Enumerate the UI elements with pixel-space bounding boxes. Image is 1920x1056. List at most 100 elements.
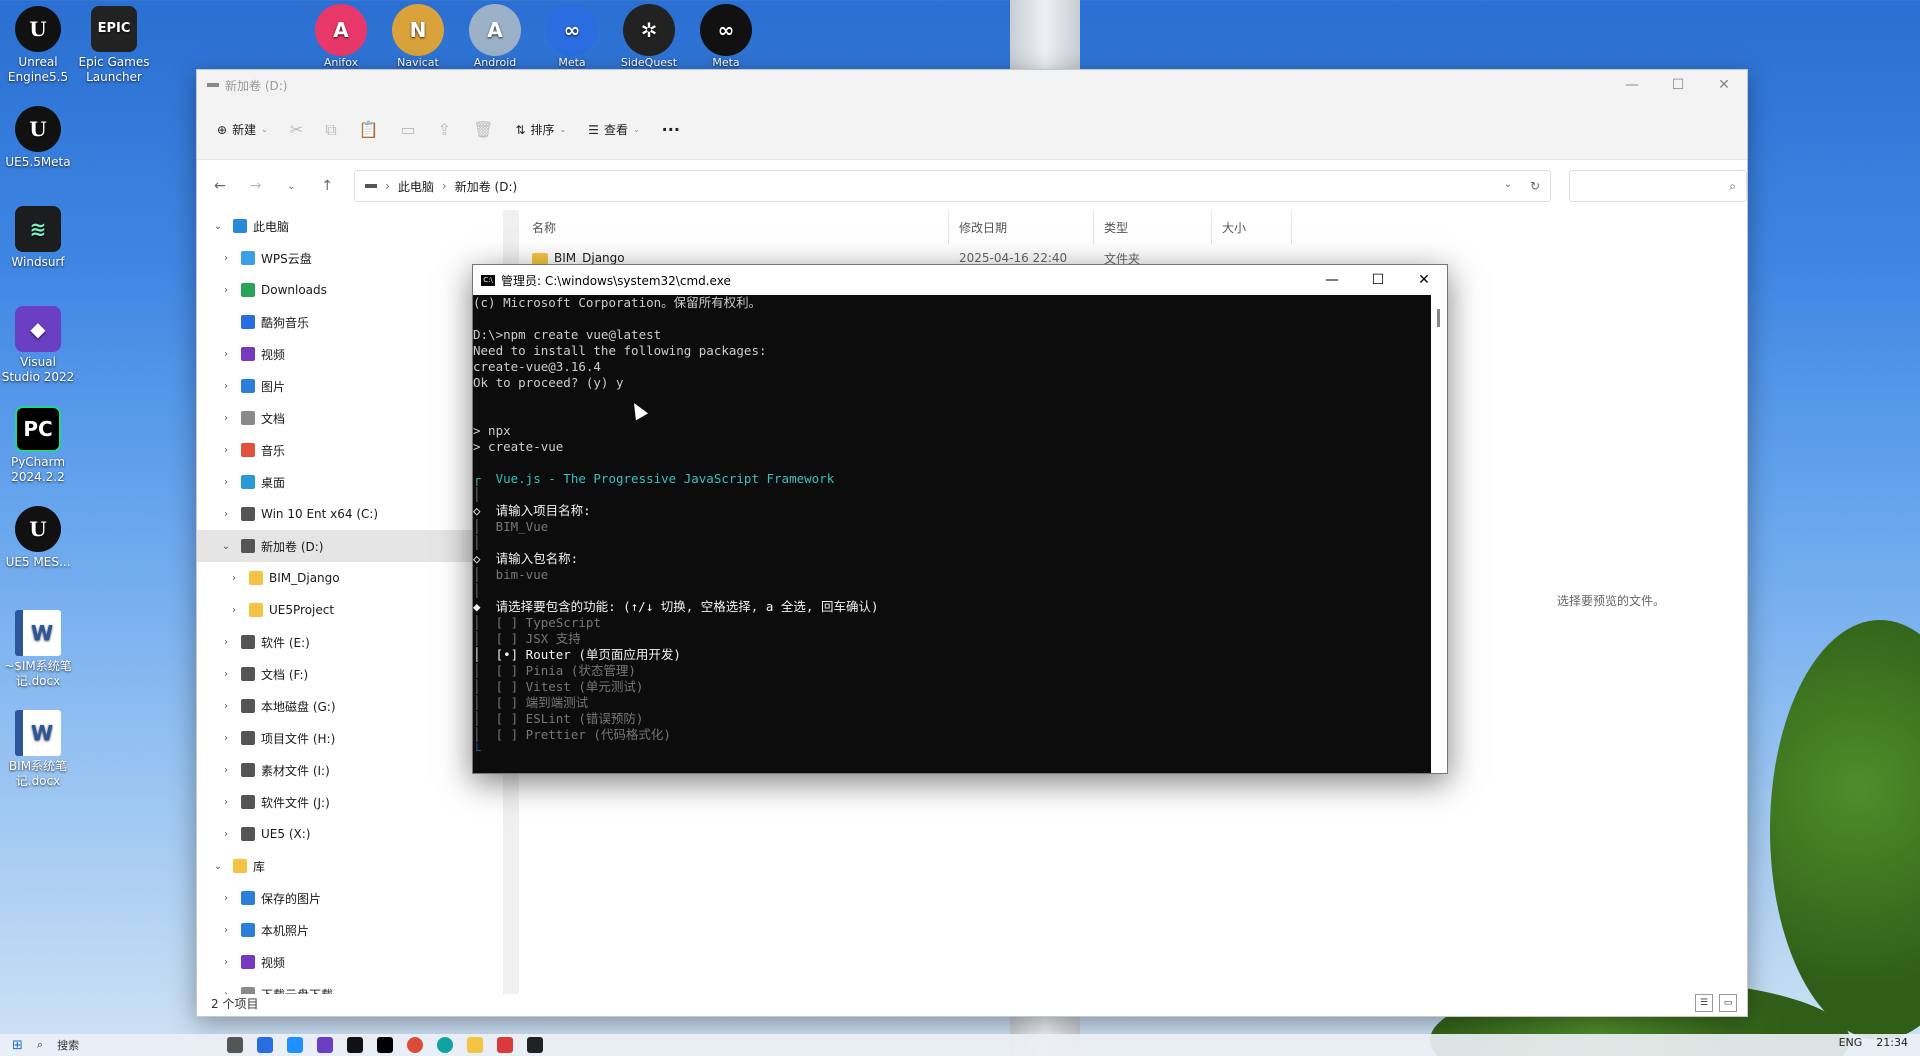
sidebar-item[interactable]: › 桌面	[197, 466, 505, 498]
back-arrow-icon[interactable]: ←	[211, 178, 229, 194]
desktop-icon[interactable]: U UE5.5Meta	[0, 100, 76, 170]
chevron-right-icon[interactable]: ›	[219, 349, 233, 360]
view-button[interactable]: ☰ 查看 ⌄	[588, 121, 639, 138]
sidebar-item[interactable]: › UE5Project	[197, 594, 505, 626]
cmd-titlebar[interactable]: C:\ 管理员: C:\windows\system32\cmd.exe — ☐…	[473, 265, 1447, 295]
chevron-right-icon[interactable]: ›	[219, 285, 233, 296]
rename-icon[interactable]: ▭	[401, 120, 416, 139]
column-header-size[interactable]: 大小	[1212, 210, 1292, 244]
column-header-type[interactable]: 类型	[1094, 210, 1212, 244]
desktop-icon[interactable]: ≋ Windsurf	[0, 200, 76, 270]
close-button[interactable]: ✕	[1701, 70, 1747, 100]
maximize-button[interactable]: ☐	[1655, 70, 1701, 100]
desktop-icon[interactable]: EPIC Epic Games Launcher	[76, 0, 152, 85]
sidebar-item[interactable]: › 项目文件 (H:)	[197, 722, 505, 754]
pycharm-icon[interactable]	[377, 1037, 394, 1053]
desktop-icon[interactable]: N Navicat	[387, 4, 449, 69]
desktop-icon[interactable]: U Unreal Engine5.5	[0, 0, 76, 85]
sidebar-item[interactable]: ⌄ 库	[197, 850, 505, 882]
chevron-right-icon[interactable]: ›	[227, 605, 241, 616]
tiles-view-icon[interactable]: ▭	[1719, 994, 1737, 1012]
chevron-right-icon[interactable]: ›	[219, 893, 233, 904]
forward-arrow-icon[interactable]: →	[247, 178, 265, 194]
desktop-icon[interactable]: A Android	[464, 4, 526, 69]
chevron-right-icon[interactable]: ›	[219, 413, 233, 424]
clock[interactable]: 21:34	[1876, 1036, 1908, 1049]
maximize-button[interactable]: ☐	[1355, 265, 1401, 295]
sidebar-item[interactable]: › 音乐	[197, 434, 505, 466]
sidebar-item[interactable]: › 软件文件 (J:)	[197, 786, 505, 818]
sidebar-item[interactable]: › 本地磁盘 (G:)	[197, 690, 505, 722]
chevron-right-icon[interactable]: ›	[219, 445, 233, 456]
chevron-right-icon[interactable]: ›	[227, 573, 241, 584]
chevron-right-icon[interactable]: ›	[219, 957, 233, 968]
chevron-right-icon[interactable]: ›	[219, 669, 233, 680]
pycharm-icon[interactable]	[347, 1037, 364, 1053]
chevron-right-icon[interactable]: ›	[219, 253, 233, 264]
sidebar-item[interactable]: › 素材文件 (I:)	[197, 754, 505, 786]
chevron-right-icon[interactable]: ›	[219, 701, 233, 712]
sidebar-item[interactable]: › 视频	[197, 946, 505, 978]
sidebar-item[interactable]: 酷狗音乐	[197, 306, 505, 338]
vscode-icon[interactable]	[287, 1037, 304, 1053]
desktop-icon[interactable]: W BIM系统笔记.docx	[0, 704, 76, 789]
explorer-titlebar[interactable]: 新加卷 (D:) — ☐ ✕	[197, 70, 1747, 100]
sidebar-item[interactable]: › 文档	[197, 402, 505, 434]
sidebar-item[interactable]: › 本机照片	[197, 914, 505, 946]
chevron-right-icon[interactable]: ›	[219, 637, 233, 648]
refresh-icon[interactable]: ↻	[1530, 179, 1540, 193]
chevron-down-icon[interactable]: ⌄	[219, 541, 233, 552]
chevron-right-icon[interactable]: ›	[219, 797, 233, 808]
sidebar-item[interactable]: › 软件 (E:)	[197, 626, 505, 658]
chevron-down-icon[interactable]: ⌄	[211, 221, 225, 232]
taskbar-search[interactable]: 搜索	[57, 1037, 79, 1053]
chevron-right-icon[interactable]: ›	[219, 829, 233, 840]
column-header-name[interactable]: 名称	[522, 210, 949, 244]
sidebar-item[interactable]: › Downloads	[197, 274, 505, 306]
address-bar[interactable]: › 此电脑 › 新加卷 (D:) ⌄ ↻	[354, 170, 1552, 202]
sidebar-item[interactable]: › 视频	[197, 338, 505, 370]
paste-icon[interactable]: 📋	[359, 120, 379, 139]
chevron-right-icon[interactable]: ›	[219, 509, 233, 520]
sort-button[interactable]: ⇅ 排序 ⌄	[515, 121, 566, 138]
sidebar-item[interactable]: ⌄ 此电脑	[197, 210, 505, 242]
breadcrumb-item-this-pc[interactable]: 此电脑	[398, 178, 434, 195]
scrollbar-thumb[interactable]	[1437, 309, 1440, 327]
chevron-down-icon[interactable]: ⌄	[1504, 179, 1512, 193]
sidebar-item[interactable]: › 保存的图片	[197, 882, 505, 914]
chrome-icon[interactable]	[407, 1037, 424, 1053]
terminal-scrollbar[interactable]	[1431, 295, 1447, 773]
sidebar-item[interactable]: › 文档 (F:)	[197, 658, 505, 690]
language-indicator[interactable]: ENG	[1839, 1036, 1863, 1049]
share-icon[interactable]: ⇪	[438, 120, 451, 139]
desktop-icon[interactable]: U UE5 MES...	[0, 500, 76, 570]
chevron-right-icon[interactable]: ›	[219, 925, 233, 936]
new-button[interactable]: ⊕ 新建 ⌄	[217, 121, 268, 138]
delete-icon[interactable]: 🗑	[473, 120, 493, 139]
search-input[interactable]	[1589, 179, 1730, 193]
edge-icon[interactable]	[437, 1037, 454, 1053]
desktop-icon[interactable]: ◆ Visual Studio 2022	[0, 300, 76, 385]
sidebar-item[interactable]: › WPS云盘	[197, 242, 505, 274]
task-view-icon[interactable]	[227, 1037, 244, 1053]
sidebar-item[interactable]: › Win 10 Ent x64 (C:)	[197, 498, 505, 530]
sidebar-item[interactable]: › UE5 (X:)	[197, 818, 505, 850]
app-icon[interactable]	[497, 1037, 514, 1053]
desktop-icon[interactable]: ✲ SideQuest	[618, 4, 680, 69]
sidebar-item[interactable]: ⌄ 新加卷 (D:)	[197, 530, 505, 562]
column-header-date[interactable]: 修改日期	[949, 210, 1094, 244]
recent-chevron-icon[interactable]: ⌄	[283, 181, 301, 192]
terminal-icon[interactable]	[527, 1037, 544, 1053]
start-icon[interactable]: ⊞	[12, 1038, 23, 1053]
minimize-button[interactable]: —	[1609, 70, 1655, 100]
cut-icon[interactable]: ✂	[290, 120, 303, 139]
sidebar-item[interactable]: › BIM_Django	[197, 562, 505, 594]
terminal-output[interactable]: (c) Microsoft Corporation。保留所有权利。 D:\>npm…	[473, 295, 1447, 759]
chevron-right-icon[interactable]: ›	[219, 477, 233, 488]
file-explorer-icon[interactable]	[467, 1037, 484, 1053]
minimize-button[interactable]: —	[1309, 265, 1355, 295]
close-button[interactable]: ✕	[1401, 265, 1447, 295]
chevron-right-icon[interactable]: ›	[219, 381, 233, 392]
chevron-down-icon[interactable]: ⌄	[211, 861, 225, 872]
search-icon[interactable]: ⌕	[37, 1038, 43, 1052]
